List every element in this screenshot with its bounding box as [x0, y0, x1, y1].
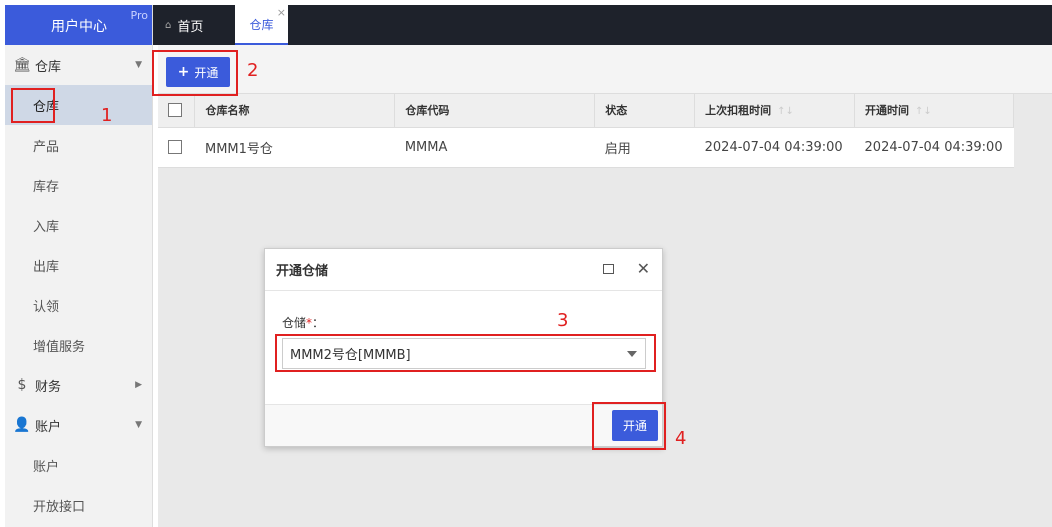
maximize-icon[interactable]	[603, 264, 614, 274]
tab-warehouse[interactable]: 仓库 ×	[235, 5, 288, 45]
brand-title: 用户中心	[51, 19, 107, 35]
table-row[interactable]: MMM1号仓 MMMA 启用 2024-07-04 04:39:00 2024-…	[158, 127, 1014, 168]
storage-field-label: 仓储*：	[282, 314, 324, 331]
menu-item-account[interactable]: 账户	[5, 445, 152, 485]
col-open-time[interactable]: 开通时间 ↑↓	[854, 94, 1014, 128]
annotation-box-2	[152, 50, 238, 96]
menu-item-open-api[interactable]: 开放接口	[5, 485, 152, 525]
toolbar: + 开通	[158, 45, 1052, 94]
pro-badge: Pro	[130, 9, 148, 22]
sort-icon: ↑↓	[777, 106, 794, 118]
cell-warehouse-name: MMM1号仓	[194, 127, 395, 168]
close-icon[interactable]: ×	[277, 7, 286, 18]
tab-home-label: 首页	[177, 19, 204, 35]
table-header-row: 仓库名称 仓库代码 状态 上次扣租时间 ↑↓ 开通时间 ↑↓	[158, 94, 1014, 128]
dialog-title: 开通仓储	[276, 264, 329, 279]
select-all-cell	[158, 94, 196, 128]
annotation-box-4	[592, 402, 666, 450]
col-header-label: 上次扣租时间	[705, 104, 772, 118]
menu-item-value-added[interactable]: 增值服务	[5, 325, 152, 365]
select-all-checkbox[interactable]	[168, 103, 182, 118]
chevron-down-icon: ▼	[135, 420, 142, 430]
chevron-down-icon: ▼	[135, 60, 142, 70]
bank-icon: 🏛	[13, 57, 31, 73]
field-label-text: 仓储	[282, 316, 307, 330]
annotation-number-4: 4	[675, 428, 687, 449]
row-checkbox-cell	[158, 127, 195, 168]
annotation-box-3	[275, 334, 656, 372]
tab-home[interactable]: ⌂ 首页	[165, 5, 203, 45]
cell-open-time: 2024-07-04 04:39:00	[854, 127, 1014, 168]
annotation-number-3: 3	[557, 310, 569, 331]
row-checkbox[interactable]	[168, 140, 182, 154]
brand-bar: 用户中心 Pro	[5, 5, 152, 45]
col-header-label: 仓库代码	[405, 104, 450, 118]
col-status: 状态	[594, 94, 696, 128]
annotation-box-1	[11, 88, 55, 123]
dialog-header: 开通仓储 ✕	[265, 249, 662, 291]
cell-status: 启用	[594, 127, 695, 168]
col-header-label: 状态	[605, 104, 628, 118]
col-header-label: 开通时间	[865, 104, 910, 118]
close-icon[interactable]: ✕	[637, 259, 650, 278]
col-warehouse-code: 仓库代码	[394, 94, 596, 128]
col-header-label: 仓库名称	[205, 104, 250, 118]
tab-warehouse-label: 仓库	[249, 17, 274, 32]
dollar-icon: $	[17, 377, 27, 393]
chevron-right-icon: ▶	[135, 380, 142, 390]
menu-group-account[interactable]: 👤 账户 ▼	[5, 405, 152, 445]
sort-icon: ↑↓	[915, 106, 932, 118]
menu-item-outbound[interactable]: 出库	[5, 245, 152, 285]
menu-group-warehouse[interactable]: 🏛 仓库 ▼	[5, 45, 152, 85]
home-icon: ⌂	[165, 19, 172, 31]
menu-group-finance[interactable]: $ 财务 ▶	[5, 365, 152, 405]
menu-item-product[interactable]: 产品	[5, 125, 152, 165]
menu-group-label: 账户	[35, 419, 62, 435]
annotation-number-2: 2	[247, 60, 259, 81]
user-icon: 👤	[13, 417, 31, 433]
menu-item-claim[interactable]: 认领	[5, 285, 152, 325]
col-last-rent-time[interactable]: 上次扣租时间 ↑↓	[694, 94, 856, 128]
field-label-colon: ：	[312, 316, 325, 330]
col-warehouse-name: 仓库名称	[194, 94, 396, 128]
cell-last-rent-time: 2024-07-04 04:39:00	[694, 127, 855, 168]
annotation-number-1: 1	[101, 105, 113, 126]
menu-item-inventory[interactable]: 库存	[5, 165, 152, 205]
sidebar: 用户中心 Pro 🏛 仓库 ▼ 仓库 产品 库存 入库 出库 认领 增值服务 $…	[5, 5, 153, 527]
menu-group-label: 财务	[35, 379, 62, 395]
cell-warehouse-code: MMMA	[394, 127, 595, 168]
tab-bar: ⌂ 首页 仓库 ×	[153, 5, 1052, 45]
menu-group-label: 仓库	[35, 59, 62, 75]
menu-item-inbound[interactable]: 入库	[5, 205, 152, 245]
warehouse-table: 仓库名称 仓库代码 状态 上次扣租时间 ↑↓ 开通时间 ↑↓ MMM1号仓 MMMA…	[158, 94, 1014, 168]
